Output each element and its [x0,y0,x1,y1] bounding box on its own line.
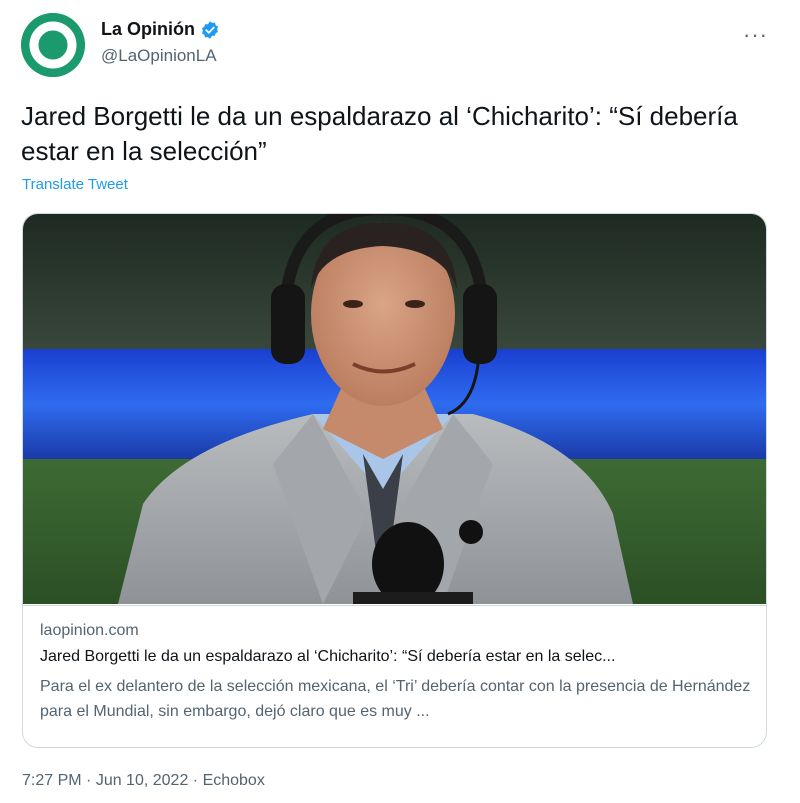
tweet-time[interactable]: 7:27 PM [22,772,82,789]
tweet-date[interactable]: Jun 10, 2022 [96,772,189,789]
tweet-source[interactable]: Echobox [203,772,265,789]
meta-separator: · [81,772,96,789]
tweet-text: Jared Borgetti le da un espaldarazo al ‘… [21,101,738,166]
author-avatar[interactable] [21,13,85,77]
la-opinion-logo-icon [21,13,85,77]
card-description: Para el ex delantero de la selección mex… [40,678,751,720]
card-image-commentator-photo [23,214,766,604]
translate-tweet-link[interactable]: Translate Tweet [22,176,128,193]
author-name-row[interactable]: La Opinión [101,19,220,40]
card-domain: laopinion.com [40,622,139,639]
meta-separator: · [188,772,203,789]
link-preview-card[interactable]: laopinion.com Jared Borgetti le da un es… [22,213,767,748]
more-options-icon[interactable]: ··· [743,22,768,48]
tweet-timestamp: 7:27 PM · Jun 10, 2022 · Echobox [22,772,265,790]
author-display-name[interactable]: La Opinión [101,19,195,40]
verified-badge-icon [202,20,218,39]
card-meta[interactable]: laopinion.com Jared Borgetti le da un es… [23,605,766,747]
card-title: Jared Borgetti le da un espaldarazo al ‘… [40,648,616,665]
author-handle[interactable]: @LaOpinionLA [101,46,217,66]
